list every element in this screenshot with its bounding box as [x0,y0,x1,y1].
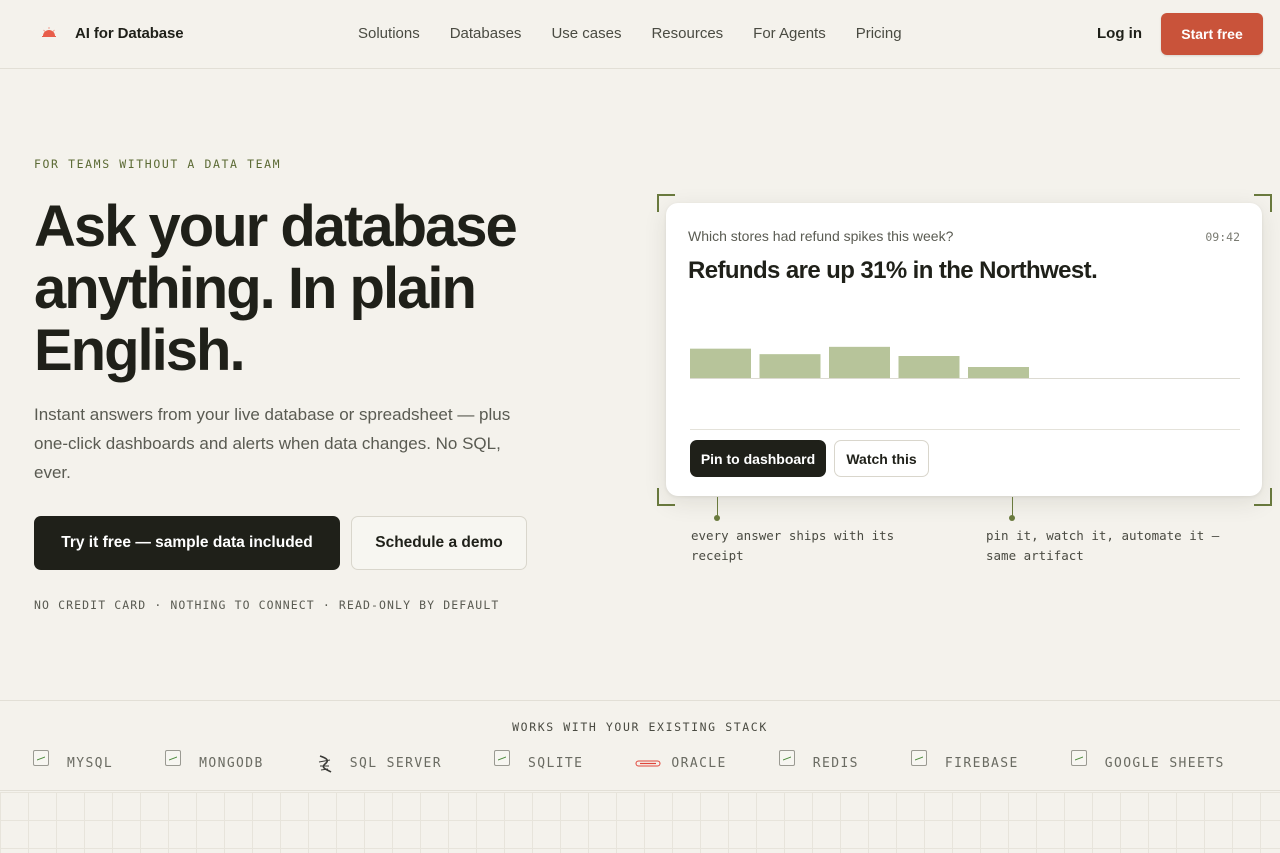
sql-server-icon [316,754,334,773]
brand[interactable]: AI for Database [40,24,184,42]
stack-title: WORKS WITH YOUR EXISTING STACK [512,720,768,734]
oracle-icon [635,754,661,772]
chart-bar [898,356,960,378]
logo-sqlite: SQLITE [494,750,584,772]
logo-label: ORACLE [671,755,727,771]
watch-this-button[interactable]: Watch this [834,440,929,477]
logo-mongodb: MONGODB [165,750,264,772]
nav-link-resources[interactable]: Resources [651,25,723,42]
chart-bar [829,346,890,378]
broken-image-icon [33,750,51,772]
chart-bar [968,367,1029,378]
nav-link-pricing[interactable]: Pricing [856,25,902,42]
logo-label: MYSQL [67,755,114,771]
card-timestamp: 09:42 [1205,230,1240,244]
annotation-left: every answer ships with its receipt [691,528,895,563]
schedule-demo-button[interactable]: Schedule a demo [351,516,527,570]
logo-sql-server: SQL SERVER [316,754,443,773]
logo-oracle: ORACLE [635,754,726,772]
nav-link-for-agents[interactable]: For Agents [753,25,826,42]
annotation-right: pin it, watch it, automate it — same art… [986,528,1220,563]
broken-image-icon [1070,750,1089,772]
broken-image-icon [910,750,929,772]
logo-label: FIREBASE [944,755,1019,771]
answer-card: Which stores had refund spikes this week… [666,203,1262,496]
nav-link-use-cases[interactable]: Use cases [551,25,621,42]
logo-label: SQL SERVER [349,755,443,771]
broken-image-icon [494,750,512,772]
card-question: Which stores had refund spikes this week… [688,228,954,244]
start-free-button[interactable]: Start free [1161,13,1263,55]
pin-to-dashboard-button[interactable]: Pin to dashboard [690,440,826,477]
annotation-connector-left [717,497,718,517]
nav-link-databases[interactable]: Databases [450,25,522,42]
logo-firebase: FIREBASE [910,750,1019,772]
card-answer: Refunds are up 31% in the Northwest. [688,257,1098,284]
logo-label: MONGODB [199,755,264,771]
hero-headline: Ask your database anything. In plain Eng… [34,194,518,383]
grid-background [0,792,1280,853]
nav-link-solutions[interactable]: Solutions [358,25,420,42]
stack-strip [0,700,1280,791]
logo-label: SQLITE [528,755,584,771]
hero-eyebrow: FOR TEAMS WITHOUT A DATA TEAM [34,157,282,171]
annotation-dot-right [1009,515,1015,521]
login-link[interactable]: Log in [1097,25,1142,42]
chart-bar [759,354,821,378]
logo-google-sheets: GOOGLE SHEETS [1070,750,1225,772]
annotation-dot-left [714,515,720,521]
top-nav: AI for Database Solutions Databases Use … [0,0,1280,69]
brand-name: AI for Database [75,24,184,42]
try-free-button[interactable]: Try it free — sample data included [34,516,340,570]
logo-label: REDIS [812,755,859,771]
card-divider [690,429,1240,430]
nav-links: Solutions Databases Use cases Resources … [358,25,932,42]
logo-mysql: MYSQL [33,750,114,772]
stack-logos: MYSQL MONGODB SQL SERVER SQLITE ORACLE R… [33,750,1280,776]
broken-image-icon [165,750,183,772]
sun-half-icon [40,24,58,42]
refund-bar-chart [690,346,1240,379]
logo-label: GOOGLE SHEETS [1104,755,1225,771]
hero-subtext: Instant answers from your live database … [34,405,511,482]
broken-image-icon [778,750,797,772]
chart-bar [690,348,751,378]
logo-redis: REDIS [778,750,859,772]
annotation-connector-right [1012,497,1013,517]
hero-fineprint: NO CREDIT CARD · NOTHING TO CONNECT · RE… [34,598,500,612]
